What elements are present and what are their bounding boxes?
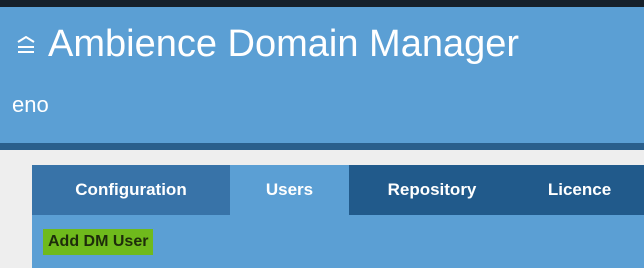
tab-licence[interactable]: Licence <box>515 165 644 215</box>
add-dm-user-button[interactable]: Add DM User <box>43 229 154 255</box>
menu-icon[interactable] <box>15 35 37 56</box>
tab-configuration[interactable]: Configuration <box>32 165 230 215</box>
window-top-strip <box>0 0 644 7</box>
header-border <box>0 143 644 150</box>
tab-repository[interactable]: Repository <box>349 165 515 215</box>
tab-bar: Configuration Users Repository Licence <box>32 165 644 215</box>
app-title: Ambience Domain Manager <box>48 23 520 65</box>
app-header: Ambience Domain Manager eno <box>0 7 644 143</box>
domain-name: eno <box>12 92 49 117</box>
tab-users[interactable]: Users <box>230 165 349 215</box>
